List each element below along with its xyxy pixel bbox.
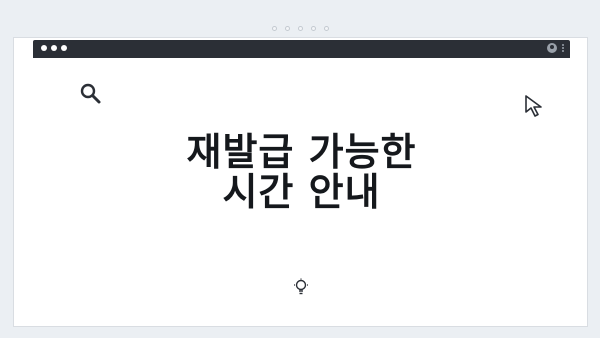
heading-line-2: 시간 안내 [222, 170, 381, 214]
page-heading: 재발급 가능한 시간 안내 [33, 132, 570, 212]
pagination-dot [271, 26, 277, 31]
window-control-dot[interactable] [41, 45, 47, 51]
kebab-menu-icon[interactable] [562, 44, 564, 52]
cursor-icon [524, 94, 546, 122]
titlebar-actions [547, 43, 564, 53]
pagination-dot [310, 26, 316, 31]
search-icon [79, 82, 103, 110]
window-titlebar [33, 40, 570, 58]
window-controls [41, 45, 67, 51]
pagination-dot [284, 26, 290, 31]
top-pagination-dots [0, 26, 600, 31]
lightbulb-icon [292, 278, 310, 300]
window-control-dot[interactable] [51, 45, 57, 51]
heading-line-1: 재발급 가능한 [186, 130, 417, 174]
pagination-dot [297, 26, 303, 31]
pagination-dot [323, 26, 329, 31]
user-icon[interactable] [547, 43, 557, 53]
window-control-dot[interactable] [61, 45, 67, 51]
browser-window: 재발급 가능한 시간 안내 [33, 40, 570, 316]
